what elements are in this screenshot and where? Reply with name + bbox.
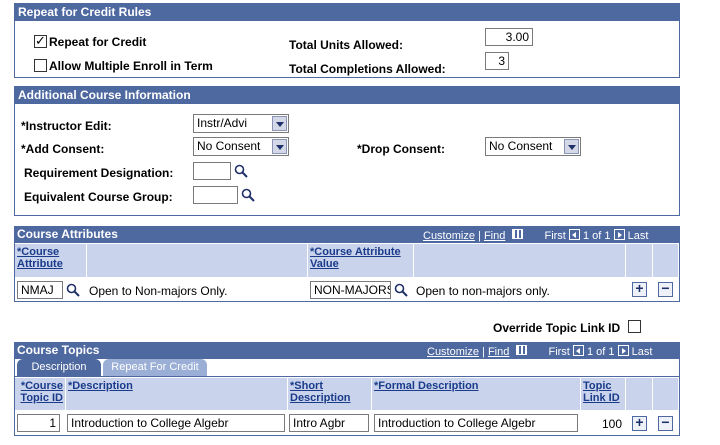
course-topics-title: Course Topics (17, 343, 100, 357)
topic-description-input[interactable]: Introduction to College Algebr (67, 414, 285, 432)
attribute-input[interactable]: NMAJ (17, 281, 63, 299)
grid-view-icon[interactable] (512, 229, 524, 239)
chevron-down-icon[interactable] (564, 139, 579, 154)
col-topic-link-id[interactable]: Topic Link ID (581, 378, 626, 410)
drop-consent-select[interactable]: No Consent (485, 137, 581, 156)
equivalent-course-group-label: Equivalent Course Group: (24, 190, 173, 204)
col-description[interactable]: *Description (66, 378, 288, 410)
row-count: 1 of 1 (583, 230, 611, 242)
search-icon[interactable] (241, 188, 255, 202)
attributes-grid-nav: Customize | Find First 1 of 1 Last (423, 229, 649, 242)
first-label: First (548, 346, 570, 358)
topic-link-id-value: 100 (602, 417, 623, 431)
col-add (626, 244, 653, 277)
col-course-attribute[interactable]: *Course Attribute (15, 244, 87, 277)
repeat-for-credit-checkbox[interactable] (34, 33, 47, 49)
delete-row-button[interactable]: − (658, 281, 673, 297)
last-label: Last (631, 346, 653, 358)
attribute-description: Open to Non-majors Only. (89, 284, 228, 298)
topic-formal-description-input[interactable]: Introduction to College Algebr (374, 414, 578, 432)
topic-id-input[interactable]: 1 (17, 414, 60, 432)
col-formal-description[interactable]: *Formal Description (372, 378, 581, 410)
allow-multiple-enroll-checkbox[interactable] (34, 59, 47, 72)
add-consent-label: *Add Consent: (21, 142, 105, 156)
additional-panel-title: Additional Course Information (15, 87, 679, 104)
tab-repeat-for-credit[interactable]: Repeat For Credit (103, 359, 207, 376)
drop-consent-value: No Consent (489, 139, 553, 153)
total-units-input[interactable]: 3.00 (485, 28, 533, 46)
override-topic-link-checkbox[interactable] (628, 320, 641, 333)
total-units-label: Total Units Allowed: (289, 38, 403, 52)
repeat-panel-title: Repeat for Credit Rules (15, 4, 679, 21)
find-link[interactable]: Find (488, 346, 509, 358)
customize-link[interactable]: Customize (427, 346, 479, 358)
repeat-for-credit-label: Repeat for Credit (49, 35, 147, 49)
instructor-edit-select[interactable]: Instr/Advi (193, 114, 289, 133)
equivalent-course-group-input[interactable] (193, 186, 238, 204)
add-consent-value: No Consent (197, 139, 261, 153)
previous-icon[interactable] (568, 229, 580, 240)
drop-consent-label: *Drop Consent: (357, 142, 445, 156)
delete-row-button[interactable]: − (658, 415, 673, 431)
col-delete (653, 244, 679, 277)
course-attributes-title: Course Attributes (17, 227, 118, 241)
previous-icon[interactable] (572, 345, 584, 356)
tab-description[interactable]: Description (17, 359, 101, 376)
chevron-down-icon[interactable] (272, 139, 287, 154)
chevron-down-icon[interactable] (272, 116, 287, 131)
col-attribute-value-desc (414, 244, 626, 277)
requirement-designation-label: Requirement Designation: (24, 166, 174, 180)
last-label: Last (627, 230, 649, 242)
search-icon[interactable] (234, 164, 248, 178)
attribute-value-input[interactable]: NON-MAJORS (310, 281, 391, 299)
add-consent-select[interactable]: No Consent (193, 137, 289, 156)
col-attribute-desc (87, 244, 308, 277)
customize-link[interactable]: Customize (423, 230, 475, 242)
search-icon[interactable] (66, 283, 80, 297)
instructor-edit-label: *Instructor Edit: (21, 119, 112, 133)
total-completions-label: Total Completions Allowed: (289, 62, 446, 76)
col-course-topic-id[interactable]: *Course Topic ID (15, 378, 66, 410)
col-course-attribute-value[interactable]: *Course Attribute Value (308, 244, 414, 277)
add-row-button[interactable]: + (632, 415, 647, 431)
allow-multiple-enroll-label: Allow Multiple Enroll in Term (49, 59, 213, 73)
instructor-edit-value: Instr/Advi (197, 116, 248, 130)
total-completions-input[interactable]: 3 (485, 52, 509, 70)
next-icon[interactable] (613, 229, 625, 240)
attribute-value-description: Open to non-majors only. (416, 284, 550, 298)
grid-view-icon[interactable] (516, 345, 528, 355)
col-add (626, 378, 653, 410)
topics-grid-nav: Customize | Find First 1 of 1 Last (427, 345, 653, 358)
override-topic-link-label: Override Topic Link ID (493, 321, 621, 335)
add-row-button[interactable]: + (632, 281, 647, 297)
search-icon[interactable] (394, 283, 408, 297)
first-label: First (544, 230, 566, 242)
col-delete (653, 378, 679, 410)
row-count: 1 of 1 (587, 346, 615, 358)
find-link[interactable]: Find (484, 230, 505, 242)
col-short-description[interactable]: *Short Description (288, 378, 372, 410)
requirement-designation-input[interactable] (193, 162, 231, 180)
topic-short-description-input[interactable]: Intro Agbr (289, 414, 369, 432)
next-icon[interactable] (617, 345, 629, 356)
